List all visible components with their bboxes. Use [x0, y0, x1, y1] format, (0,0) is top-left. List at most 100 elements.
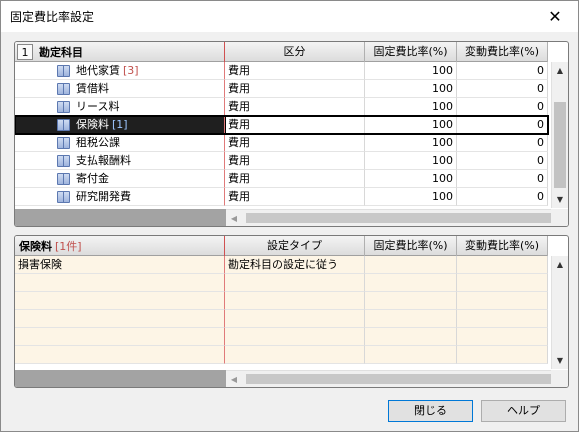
- help-button[interactable]: ヘルプ: [481, 400, 566, 422]
- detail-variable-cell[interactable]: [457, 292, 548, 310]
- arrow-up-icon[interactable]: ▲: [552, 62, 568, 79]
- kubun-cell[interactable]: 費用: [225, 116, 365, 134]
- table-row[interactable]: 研究開発費 費用 100 0: [15, 188, 548, 206]
- arrow-down-icon[interactable]: ▼: [552, 352, 568, 369]
- variable-ratio-cell[interactable]: 0: [457, 62, 548, 80]
- detail-name-cell[interactable]: [15, 292, 225, 310]
- table-row[interactable]: 地代家賃 [3] 費用 100 0: [15, 62, 548, 80]
- detail-title: 保険料: [19, 239, 52, 253]
- table-row[interactable]: リース料 費用 100 0: [15, 98, 548, 116]
- setting-type-cell[interactable]: 勘定科目の設定に従う: [225, 256, 365, 274]
- detail-fixed-cell[interactable]: [365, 328, 457, 346]
- detail-horizontal-scrollbar[interactable]: ◀: [226, 370, 552, 387]
- book-icon: [57, 118, 70, 131]
- setting-type-cell[interactable]: [225, 310, 365, 328]
- setting-type-cell[interactable]: [225, 274, 365, 292]
- account-horizontal-scrollbar[interactable]: ◀: [226, 209, 552, 226]
- header-kubun[interactable]: 区分: [225, 42, 365, 62]
- detail-name-cell[interactable]: [15, 274, 225, 292]
- detail-variable-cell[interactable]: [457, 256, 548, 274]
- detail-grid-rows: 損害保険 勘定科目の設定に従う: [15, 256, 548, 364]
- detail-variable-cell[interactable]: [457, 328, 548, 346]
- arrow-left-icon[interactable]: ◀: [226, 371, 242, 387]
- account-count: [3]: [123, 64, 139, 77]
- detail-name-cell[interactable]: [15, 310, 225, 328]
- setting-type-cell[interactable]: [225, 292, 365, 310]
- fixed-ratio-cell[interactable]: 100: [365, 98, 457, 116]
- kubun-cell[interactable]: 費用: [225, 80, 365, 98]
- table-row[interactable]: [15, 310, 548, 328]
- kubun-cell[interactable]: 費用: [225, 134, 365, 152]
- detail-fixed-cell[interactable]: [365, 292, 457, 310]
- table-row[interactable]: 損害保険 勘定科目の設定に従う: [15, 256, 548, 274]
- table-row[interactable]: [15, 292, 548, 310]
- kubun-cell[interactable]: 費用: [225, 98, 365, 116]
- fixed-ratio-cell[interactable]: 100: [365, 116, 457, 134]
- kubun-cell[interactable]: 費用: [225, 152, 365, 170]
- variable-ratio-cell[interactable]: 0: [457, 188, 548, 206]
- account-cell[interactable]: リース料: [15, 98, 225, 116]
- detail-fixed-cell[interactable]: [365, 256, 457, 274]
- account-vertical-scrollbar[interactable]: ▲ ▼: [551, 62, 568, 208]
- table-row[interactable]: 租税公課 費用 100 0: [15, 134, 548, 152]
- detail-name-cell[interactable]: [15, 346, 225, 364]
- detail-fixed-cell[interactable]: [365, 346, 457, 364]
- account-cell[interactable]: 支払報酬料: [15, 152, 225, 170]
- table-row[interactable]: 寄付金 費用 100 0: [15, 170, 548, 188]
- account-cell[interactable]: 賃借料: [15, 80, 225, 98]
- horizontal-scroll-thumb[interactable]: [246, 213, 552, 223]
- header-detail-variable[interactable]: 変動費比率(%): [457, 236, 548, 256]
- book-icon: [57, 190, 70, 203]
- fixed-ratio-cell[interactable]: 100: [365, 152, 457, 170]
- fixed-ratio-cell[interactable]: 100: [365, 188, 457, 206]
- account-cell[interactable]: 保険料 [1]: [15, 115, 226, 135]
- detail-variable-cell[interactable]: [457, 310, 548, 328]
- account-cell[interactable]: 寄付金: [15, 170, 225, 188]
- detail-fixed-cell[interactable]: [365, 310, 457, 328]
- fixed-ratio-cell[interactable]: 100: [365, 170, 457, 188]
- variable-ratio-cell[interactable]: 0: [457, 134, 548, 152]
- header-variable-ratio[interactable]: 変動費比率(%): [457, 42, 548, 62]
- variable-ratio-cell[interactable]: 0: [457, 170, 548, 188]
- table-row[interactable]: 保険料 [1] 費用 100 0: [15, 115, 549, 135]
- header-account[interactable]: 1 勘定科目: [15, 42, 225, 62]
- account-cell[interactable]: 租税公課: [15, 134, 225, 152]
- detail-fixed-cell[interactable]: [365, 274, 457, 292]
- header-setting-type[interactable]: 設定タイプ: [225, 236, 365, 256]
- header-detail-fixed[interactable]: 固定費比率(%): [365, 236, 457, 256]
- kubun-cell[interactable]: 費用: [225, 188, 365, 206]
- variable-ratio-cell[interactable]: 0: [457, 80, 548, 98]
- level-box[interactable]: 1: [17, 44, 33, 60]
- close-icon[interactable]: ✕: [532, 1, 578, 32]
- kubun-cell[interactable]: 費用: [225, 170, 365, 188]
- close-button[interactable]: 閉じる: [388, 400, 473, 422]
- detail-vertical-scrollbar[interactable]: ▲ ▼: [551, 256, 568, 369]
- arrow-up-icon[interactable]: ▲: [552, 256, 568, 273]
- detail-variable-cell[interactable]: [457, 346, 548, 364]
- detail-name-cell[interactable]: 損害保険: [15, 256, 225, 274]
- variable-ratio-cell[interactable]: 0: [457, 152, 548, 170]
- fixed-ratio-cell[interactable]: 100: [365, 62, 457, 80]
- fixed-ratio-cell[interactable]: 100: [365, 80, 457, 98]
- setting-type-cell[interactable]: [225, 328, 365, 346]
- variable-ratio-cell[interactable]: 0: [457, 98, 548, 116]
- table-row[interactable]: 支払報酬料 費用 100 0: [15, 152, 548, 170]
- fixed-ratio-cell[interactable]: 100: [365, 134, 457, 152]
- variable-ratio-cell[interactable]: 0: [457, 116, 548, 134]
- detail-name-cell[interactable]: [15, 328, 225, 346]
- table-row[interactable]: [15, 346, 548, 364]
- hscroll-frozen-area: [15, 209, 226, 226]
- table-row[interactable]: [15, 328, 548, 346]
- table-row[interactable]: [15, 274, 548, 292]
- horizontal-scroll-thumb[interactable]: [246, 374, 552, 384]
- arrow-down-icon[interactable]: ▼: [552, 191, 568, 208]
- account-cell[interactable]: 地代家賃 [3]: [15, 62, 225, 80]
- vertical-scroll-thumb[interactable]: [554, 102, 566, 188]
- kubun-cell[interactable]: 費用: [225, 62, 365, 80]
- header-fixed-ratio[interactable]: 固定費比率(%): [365, 42, 457, 62]
- detail-variable-cell[interactable]: [457, 274, 548, 292]
- setting-type-cell[interactable]: [225, 346, 365, 364]
- table-row[interactable]: 賃借料 費用 100 0: [15, 80, 548, 98]
- arrow-left-icon[interactable]: ◀: [226, 210, 242, 226]
- account-cell[interactable]: 研究開発費: [15, 188, 225, 206]
